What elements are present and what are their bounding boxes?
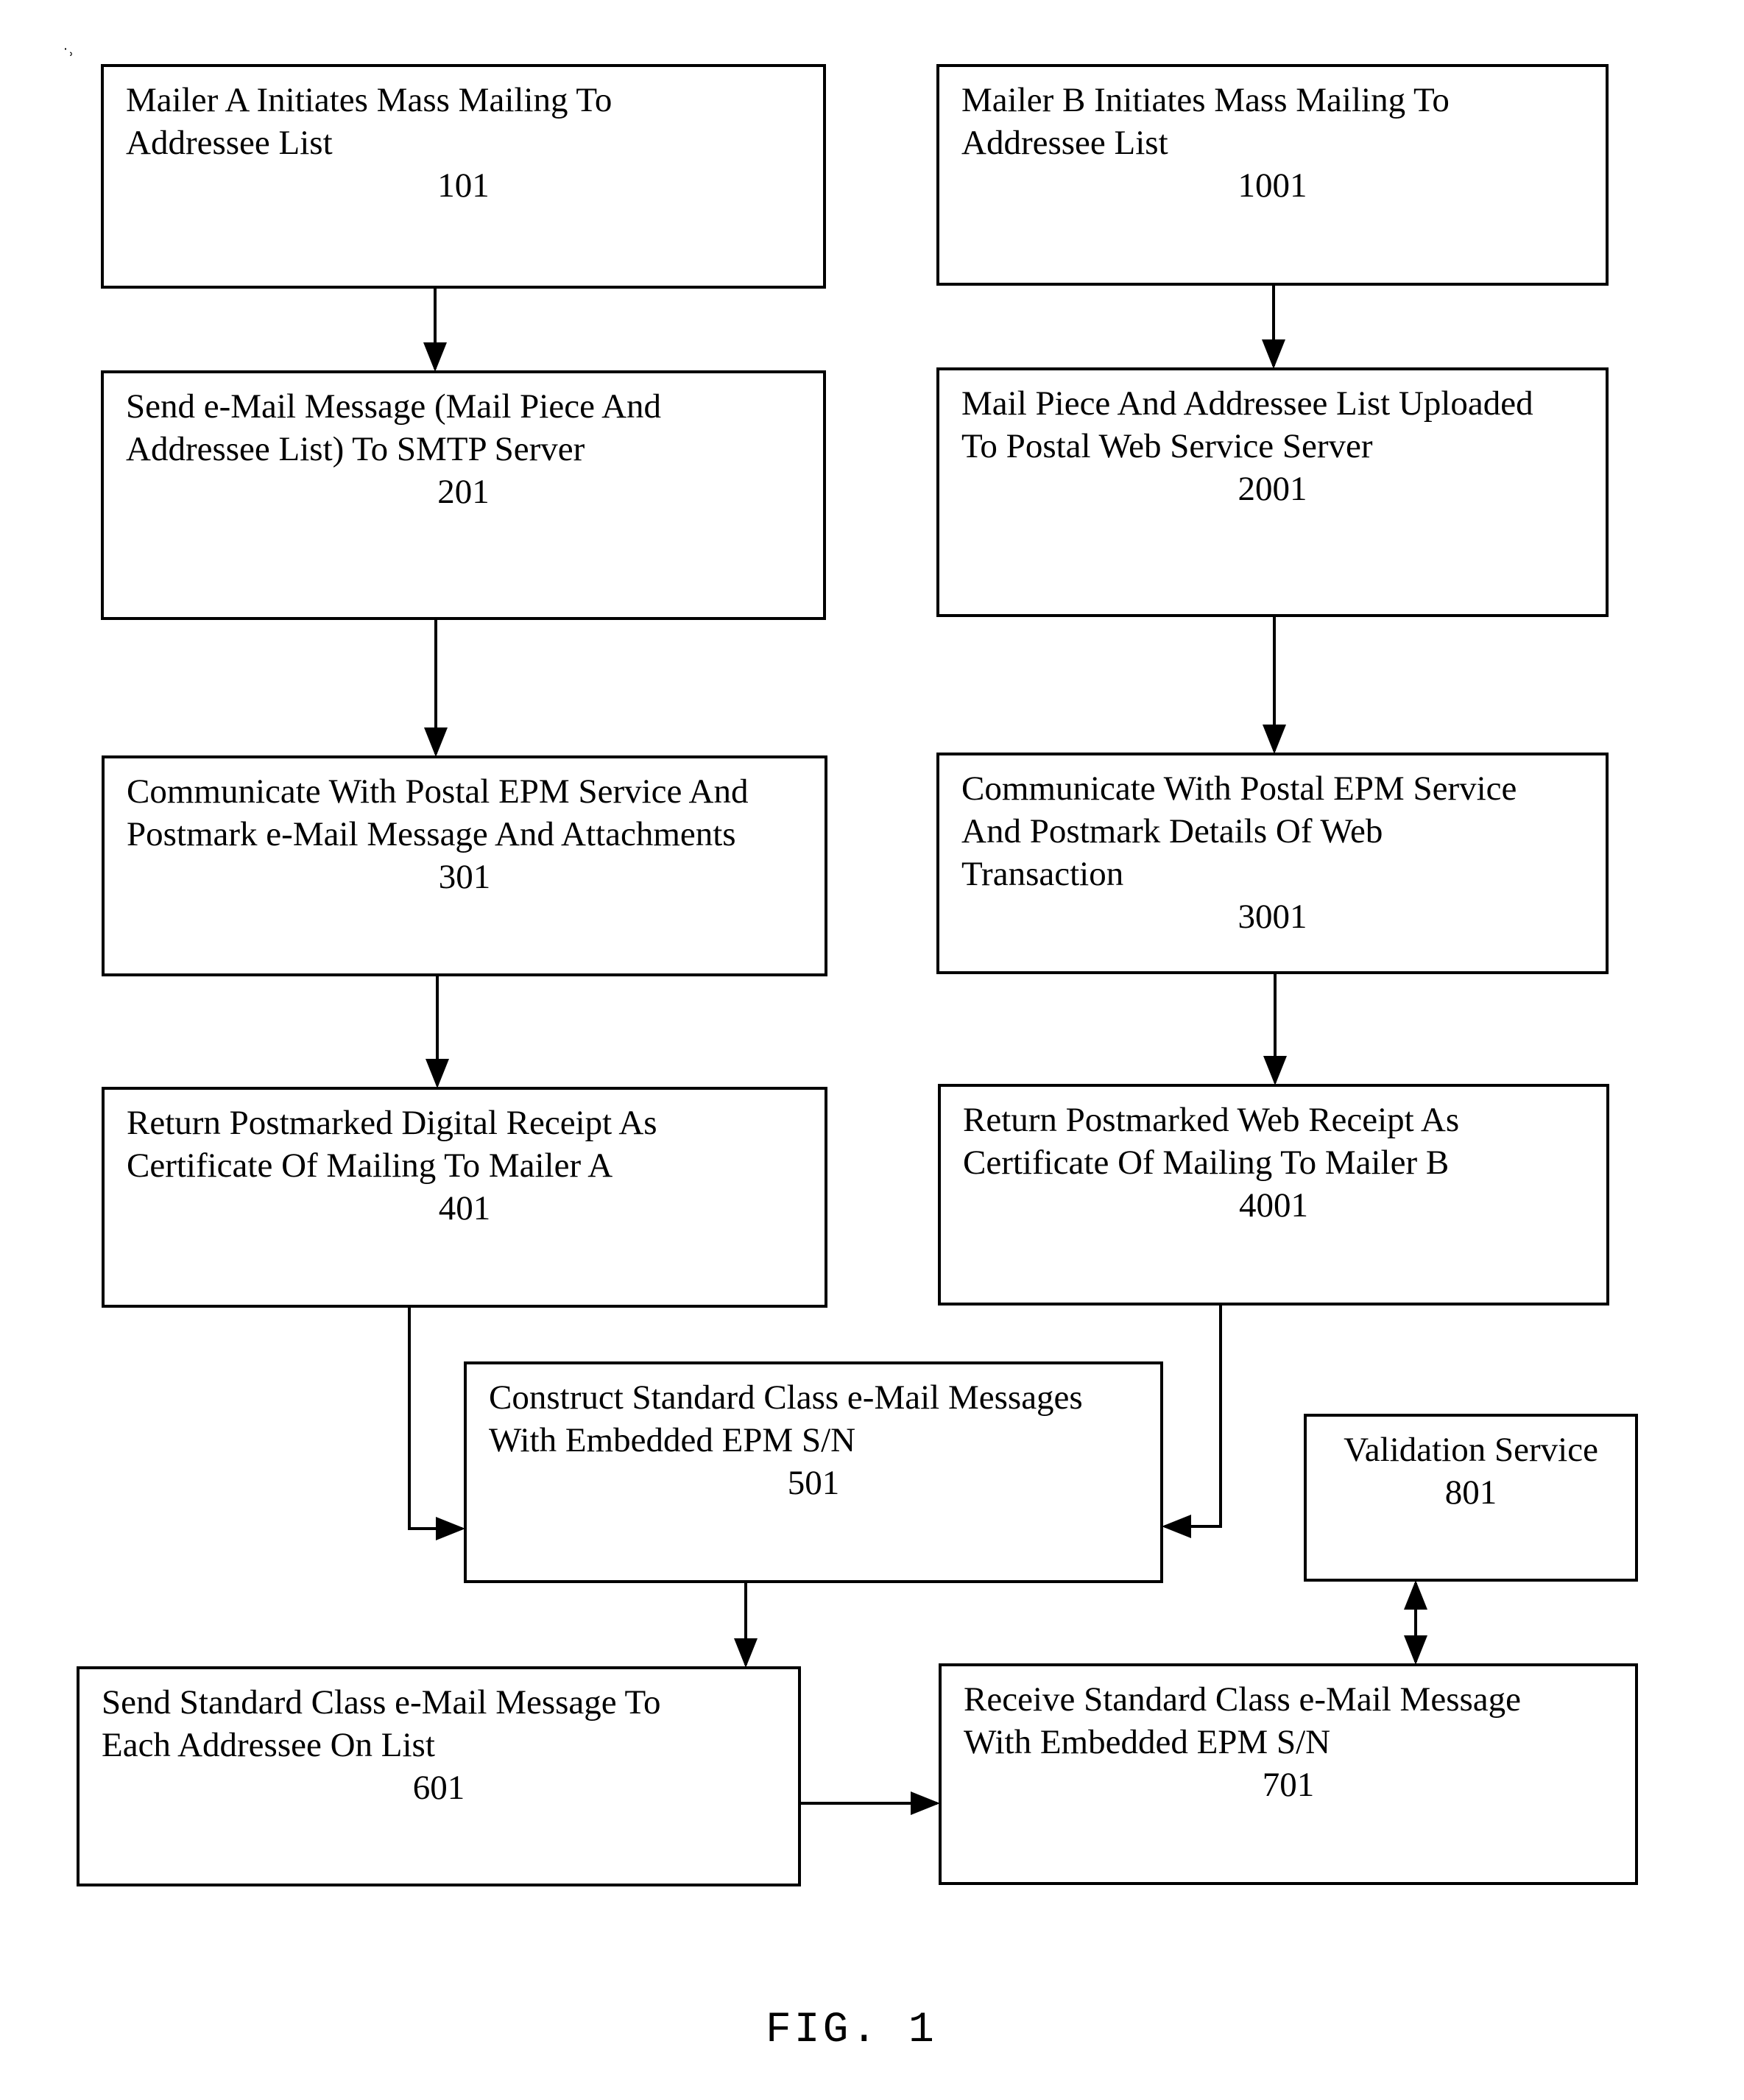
step-601-text: Send Standard Class e-Mail Message To Ea… xyxy=(102,1683,661,1764)
step-1001-text: Mailer B Initiates Mass Mailing To Addre… xyxy=(961,81,1450,162)
step-401-text: Return Postmarked Digital Receipt As Cer… xyxy=(127,1104,657,1185)
step-701-ref: 701 xyxy=(1262,1766,1315,1804)
step-501-box: Construct Standard Class e-Mail Messages… xyxy=(464,1361,1163,1583)
step-301-box: Communicate With Postal EPM Service And … xyxy=(102,755,827,976)
step-401-ref: 401 xyxy=(438,1189,491,1227)
step-4001-ref: 4001 xyxy=(1239,1186,1308,1225)
step-501-ref: 501 xyxy=(787,1464,840,1502)
step-501-text: Construct Standard Class e-Mail Messages… xyxy=(489,1378,1083,1459)
step-201-text: Send e-Mail Message (Mail Piece And Addr… xyxy=(126,387,662,468)
step-401-box: Return Postmarked Digital Receipt As Cer… xyxy=(102,1087,827,1308)
step-1001-ref: 1001 xyxy=(1238,166,1307,205)
step-801-text: Validation Service xyxy=(1344,1431,1598,1469)
step-301-ref: 301 xyxy=(438,858,491,896)
step-601-box: Send Standard Class e-Mail Message To Ea… xyxy=(77,1666,801,1886)
step-101-ref: 101 xyxy=(437,166,490,205)
figure-caption: FIG. 1 xyxy=(766,2006,937,2054)
step-2001-text: Mail Piece And Addressee List Uploaded T… xyxy=(961,384,1533,465)
step-201-box: Send e-Mail Message (Mail Piece And Addr… xyxy=(101,370,826,620)
scan-speck: ˙˒ xyxy=(62,46,74,63)
step-801-ref: 801 xyxy=(1444,1473,1497,1512)
step-3001-ref: 3001 xyxy=(1238,898,1307,936)
step-701-text: Receive Standard Class e-Mail Message Wi… xyxy=(964,1680,1522,1761)
step-601-ref: 601 xyxy=(412,1769,465,1807)
arrow-401-to-501 xyxy=(408,1308,465,1540)
arrow-4001-to-501 xyxy=(1162,1306,1222,1538)
validation-service-801-box: Validation Service 801 xyxy=(1304,1414,1638,1582)
step-101-text: Mailer A Initiates Mass Mailing To Addre… xyxy=(126,81,612,162)
step-4001-text: Return Postmarked Web Receipt As Certifi… xyxy=(963,1101,1460,1182)
step-3001-text: Communicate With Postal EPM Service And … xyxy=(961,769,1517,893)
step-201-ref: 201 xyxy=(437,473,490,511)
step-101-box: Mailer A Initiates Mass Mailing To Addre… xyxy=(101,64,826,289)
step-301-text: Communicate With Postal EPM Service And … xyxy=(127,772,749,853)
step-3001-box: Communicate With Postal EPM Service And … xyxy=(936,753,1609,974)
step-1001-box: Mailer B Initiates Mass Mailing To Addre… xyxy=(936,64,1609,286)
step-4001-box: Return Postmarked Web Receipt As Certifi… xyxy=(938,1084,1609,1306)
step-2001-box: Mail Piece And Addressee List Uploaded T… xyxy=(936,367,1609,617)
step-701-box: Receive Standard Class e-Mail Message Wi… xyxy=(939,1663,1638,1885)
step-2001-ref: 2001 xyxy=(1238,470,1307,508)
